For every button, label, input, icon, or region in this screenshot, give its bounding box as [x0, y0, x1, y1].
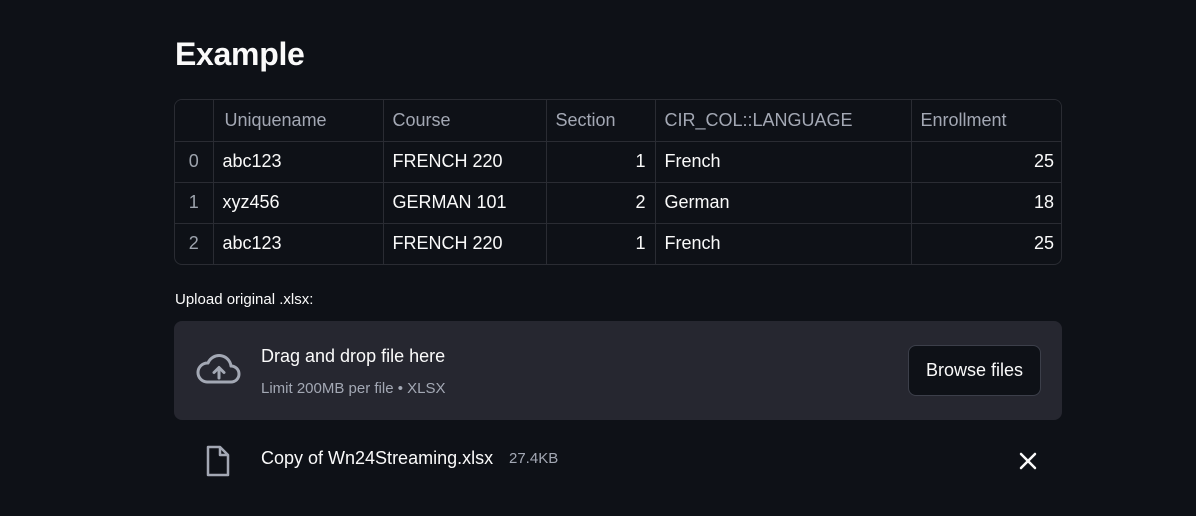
close-icon[interactable]	[1016, 449, 1040, 473]
cell-language[interactable]: French	[655, 141, 912, 183]
row-index: 0	[175, 141, 214, 183]
data-table: Uniquename Course Section CIR_COL::LANGU…	[175, 100, 1061, 264]
cell-course[interactable]: FRENCH 220	[383, 223, 547, 264]
file-icon	[204, 444, 232, 478]
uploaded-file-item: Copy of Wn24Streaming.xlsx 27.4KB	[174, 436, 1062, 486]
dropzone-instructions: Drag and drop file here	[261, 346, 446, 366]
cell-uniquename[interactable]: abc123	[213, 141, 384, 183]
column-header-enrollment[interactable]: Enrollment	[911, 100, 1061, 142]
cell-uniquename[interactable]: abc123	[213, 223, 384, 264]
cell-course[interactable]: FRENCH 220	[383, 141, 547, 183]
cell-section[interactable]: 1	[546, 141, 656, 183]
column-header-uniquename[interactable]: Uniquename	[213, 100, 384, 142]
table-header-row: Uniquename Course Section CIR_COL::LANGU…	[175, 100, 1061, 142]
file-uploader-label: Upload original .xlsx:	[175, 291, 314, 308]
cell-section[interactable]: 2	[546, 182, 656, 224]
row-index: 2	[175, 223, 214, 264]
cell-enrollment[interactable]: 25	[911, 141, 1061, 183]
column-header-index[interactable]	[175, 100, 214, 142]
cell-section[interactable]: 1	[546, 223, 656, 264]
column-header-language[interactable]: CIR_COL::LANGUAGE	[655, 100, 912, 142]
browse-files-button[interactable]: Browse files	[908, 345, 1041, 396]
cell-course[interactable]: GERMAN 101	[383, 182, 547, 224]
page-title: Example	[175, 36, 305, 72]
column-header-course[interactable]: Course	[383, 100, 547, 142]
cell-language[interactable]: French	[655, 223, 912, 264]
column-header-section[interactable]: Section	[546, 100, 656, 142]
file-dropzone[interactable]: Drag and drop file here Limit 200MB per …	[174, 321, 1062, 420]
table-row: 0 abc123 FRENCH 220 1 French 25	[175, 141, 1061, 183]
row-index: 1	[175, 182, 214, 224]
cloud-upload-icon	[194, 351, 242, 387]
table-row: 2 abc123 FRENCH 220 1 French 25	[175, 223, 1061, 264]
uploaded-file-name: Copy of Wn24Streaming.xlsx	[261, 448, 494, 468]
cell-uniquename[interactable]: xyz456	[213, 182, 384, 224]
dataframe[interactable]: Uniquename Course Section CIR_COL::LANGU…	[174, 99, 1062, 265]
cell-language[interactable]: German	[655, 182, 912, 224]
dropzone-limit-text: Limit 200MB per file • XLSX	[261, 380, 446, 397]
cell-enrollment[interactable]: 25	[911, 223, 1061, 264]
table-row: 1 xyz456 GERMAN 101 2 German 18	[175, 182, 1061, 224]
uploaded-file-size: 27.4KB	[509, 450, 559, 467]
cell-enrollment[interactable]: 18	[911, 182, 1061, 224]
